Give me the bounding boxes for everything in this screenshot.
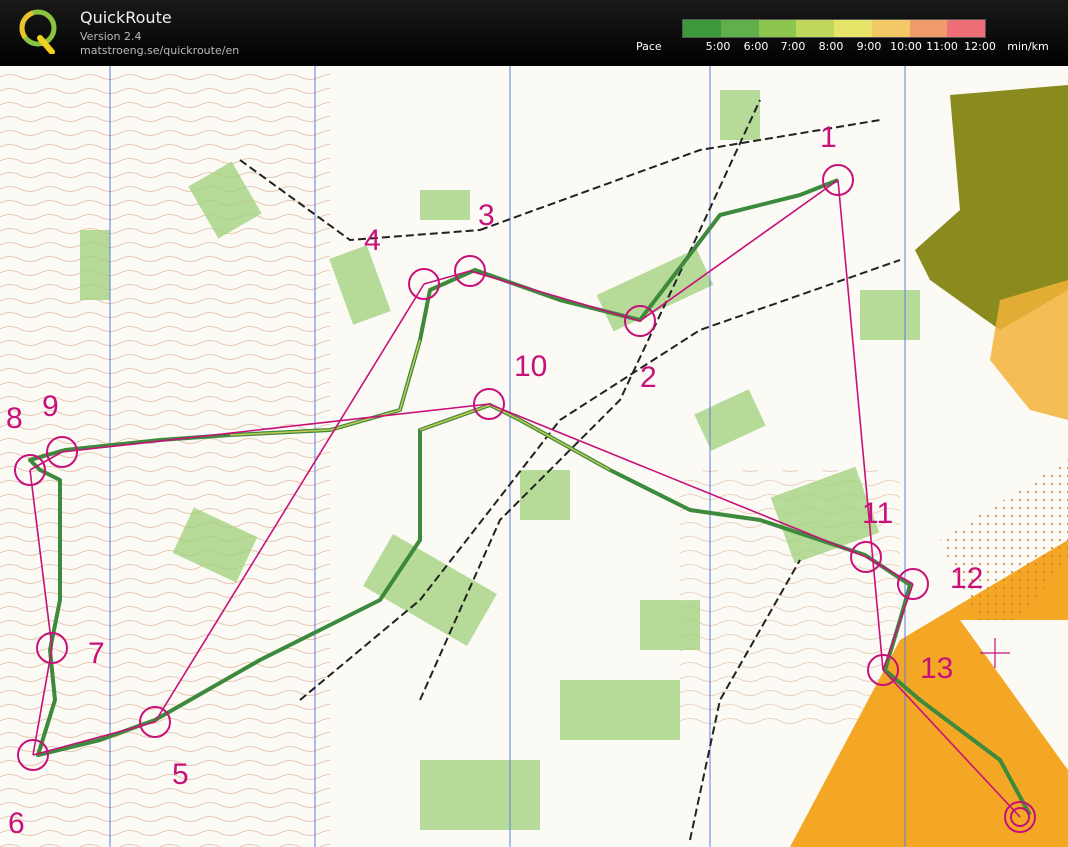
pace-tick: 5:00 (705, 40, 731, 53)
control-11-label: 11 (862, 497, 893, 530)
pace-unit: min/km (1007, 40, 1049, 53)
app-url: matstroeng.se/quickroute/en (80, 44, 240, 57)
pace-swatch (720, 20, 759, 37)
pace-tick: 10:00 (890, 40, 922, 53)
control-3-label: 3 (478, 199, 495, 232)
control-2-label: 2 (640, 361, 657, 394)
pace-swatch (871, 20, 910, 37)
map-canvas: 1 2 3 4 5 6 7 8 9 10 11 12 13 (0, 66, 1068, 847)
orienteering-map[interactable]: 1 2 3 4 5 6 7 8 9 10 11 12 13 (0, 66, 1068, 847)
control-6-label: 6 (8, 807, 25, 840)
quickroute-logo-icon (19, 9, 57, 54)
pace-legend-ticks: 5:00 6:00 7:00 8:00 9:00 10:00 11:00 12:… (682, 40, 1062, 54)
control-13-label: 13 (920, 652, 953, 685)
control-4-label: 4 (364, 224, 381, 257)
app-header: QuickRoute Version 2.4 matstroeng.se/qui… (0, 0, 1068, 66)
pace-swatch (947, 20, 985, 37)
pace-swatch (683, 20, 721, 37)
pace-swatch (834, 20, 872, 37)
pace-swatch (758, 20, 797, 37)
app-name: QuickRoute (80, 8, 172, 27)
control-5-label: 5 (172, 758, 189, 791)
pace-tick: 9:00 (856, 40, 882, 53)
pace-tick: 6:00 (743, 40, 769, 53)
control-1-label: 1 (820, 121, 837, 154)
pace-tick: 8:00 (818, 40, 844, 53)
pace-swatch (909, 20, 948, 37)
pace-tick: 11:00 (926, 40, 958, 53)
pace-tick: 7:00 (780, 40, 806, 53)
control-7-label: 7 (88, 637, 105, 670)
app-version: Version 2.4 (80, 30, 142, 43)
pace-color-scale (682, 19, 986, 38)
control-8-label: 8 (6, 402, 23, 435)
control-9-label: 9 (42, 390, 59, 423)
control-12-label: 12 (950, 562, 983, 595)
pace-tick: 12:00 (964, 40, 996, 53)
pace-swatch (796, 20, 834, 37)
pace-legend-label: Pace (636, 40, 662, 53)
control-10-label: 10 (514, 350, 547, 383)
